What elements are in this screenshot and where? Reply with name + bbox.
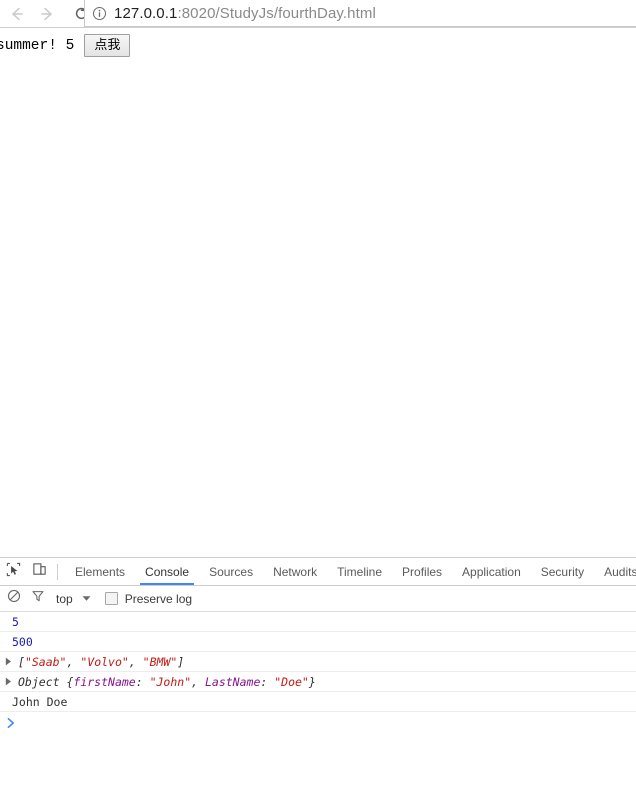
tab-network[interactable]: Network xyxy=(263,559,327,585)
array-close-bracket: ] xyxy=(177,654,185,669)
address-bar[interactable]: 127.0.0.1:8020/StudyJs/fourthDay.html xyxy=(84,0,636,27)
console-number-value: 500 xyxy=(12,634,33,649)
page-body-text: summer! 5 xyxy=(0,37,75,54)
console-message-list: 5 500 ["Saab", "Volvo", "BMW"] Object {f… xyxy=(0,612,636,712)
devtools-tabbar: Elements Console Sources Network Timelin… xyxy=(0,558,636,586)
url-host: 127.0.0.1 xyxy=(114,4,178,22)
url-text: 127.0.0.1:8020/StudyJs/fourthDay.html xyxy=(114,5,376,22)
array-open-bracket: [ xyxy=(18,654,25,669)
arrow-right-icon xyxy=(38,5,56,23)
object-colon: : xyxy=(260,674,275,689)
tab-console[interactable]: Console xyxy=(135,559,199,585)
console-object-value: Object {firstName: "John", LastName: "Do… xyxy=(18,675,316,689)
tab-security[interactable]: Security xyxy=(531,559,594,585)
page-viewport: summer! 5 点我 xyxy=(0,28,636,557)
device-toolbar-icon xyxy=(32,562,47,582)
tab-elements[interactable]: Elements xyxy=(65,559,135,585)
object-value: "Doe" xyxy=(274,674,309,689)
object-key: LastName xyxy=(204,674,261,689)
tab-profiles[interactable]: Profiles xyxy=(392,559,452,585)
url-path: :8020/StudyJs/fourthDay.html xyxy=(177,4,376,22)
console-message-row[interactable]: 5 xyxy=(0,612,636,632)
array-separator: , xyxy=(128,654,143,669)
tab-sources[interactable]: Sources xyxy=(199,559,263,585)
console-array-value: ["Saab", "Volvo", "BMW"] xyxy=(18,655,184,669)
preserve-log-checkbox[interactable] xyxy=(104,592,118,605)
inspect-element-icon xyxy=(6,562,21,582)
array-separator: , xyxy=(66,654,81,669)
clear-console-icon xyxy=(7,589,21,608)
console-message-row[interactable]: ["Saab", "Volvo", "BMW"] xyxy=(0,652,636,672)
object-colon: : xyxy=(135,674,150,689)
inspect-element-button[interactable] xyxy=(0,559,26,585)
arrow-left-icon xyxy=(8,5,26,23)
devtools-panel: Elements Console Sources Network Timelin… xyxy=(0,557,636,810)
tab-timeline[interactable]: Timeline xyxy=(327,559,392,585)
expand-triangle-icon[interactable] xyxy=(5,677,16,686)
clear-console-button[interactable] xyxy=(2,587,26,611)
info-circle-icon[interactable] xyxy=(92,6,107,21)
execution-context-select[interactable]: top xyxy=(56,592,91,606)
filter-button[interactable] xyxy=(26,587,50,611)
browser-toolbar: 127.0.0.1:8020/StudyJs/fourthDay.html xyxy=(0,0,636,27)
execution-context-label: top xyxy=(56,591,73,606)
object-value: "John" xyxy=(149,674,192,689)
click-me-button[interactable]: 点我 xyxy=(84,34,131,57)
array-item: "Volvo" xyxy=(80,654,129,669)
toolbar-divider xyxy=(57,563,58,580)
tab-application[interactable]: Application xyxy=(452,559,531,585)
preserve-log-label: Preserve log xyxy=(124,591,193,606)
chevron-down-icon xyxy=(82,595,91,602)
object-close-brace: } xyxy=(308,674,316,689)
page-content-line: summer! 5 点我 xyxy=(0,34,131,57)
navigation-buttons xyxy=(0,0,96,27)
back-button[interactable] xyxy=(2,1,32,27)
forward-button[interactable] xyxy=(32,1,62,27)
console-message-row[interactable]: 500 xyxy=(0,632,636,652)
object-separator: , xyxy=(191,674,205,689)
console-input[interactable] xyxy=(16,715,636,731)
console-number-value: 5 xyxy=(12,614,19,629)
console-message-row[interactable]: Object {firstName: "John", LastName: "Do… xyxy=(0,672,636,692)
device-toolbar-button[interactable] xyxy=(26,559,52,585)
console-prompt[interactable] xyxy=(0,712,636,734)
array-item: "Saab" xyxy=(24,654,67,669)
preserve-log-toggle[interactable]: Preserve log xyxy=(104,591,193,606)
chevron-right-icon xyxy=(7,718,16,728)
filter-funnel-icon xyxy=(31,589,45,608)
expand-triangle-icon[interactable] xyxy=(5,657,16,666)
array-item: "BMW" xyxy=(142,654,178,669)
console-filter-bar: top Preserve log xyxy=(0,586,636,612)
object-label: Object xyxy=(18,674,67,689)
tab-audits[interactable]: Audits xyxy=(594,559,636,585)
console-string-value: John Doe xyxy=(12,694,68,709)
console-message-row[interactable]: John Doe xyxy=(0,692,636,712)
object-key: firstName xyxy=(73,674,136,689)
